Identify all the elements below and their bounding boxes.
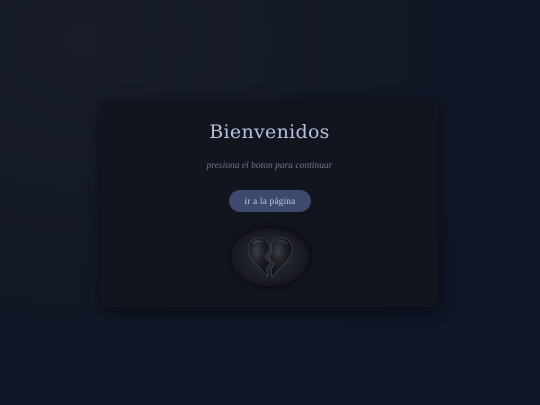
broken-heart-image xyxy=(231,228,309,286)
page-subtitle: presiona el boton para continuar xyxy=(206,161,333,171)
welcome-card: Bienvenidos presiona el boton para conti… xyxy=(101,99,438,307)
go-to-page-button[interactable]: ir a la página xyxy=(229,190,311,212)
broken-heart-icon xyxy=(247,237,293,278)
page-title: Bienvenidos xyxy=(209,121,330,143)
